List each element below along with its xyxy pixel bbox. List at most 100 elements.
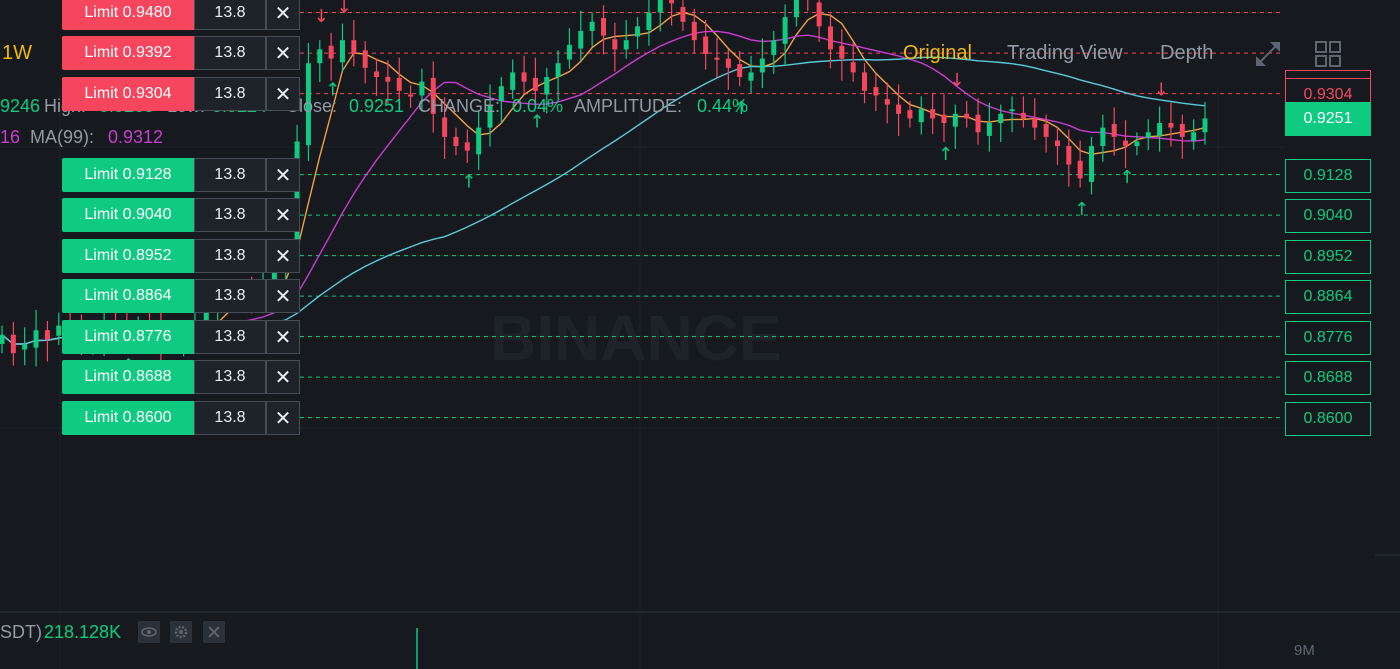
order-row[interactable]: Limit 0.9128 13.8 ✕	[62, 158, 300, 192]
order-row[interactable]: Limit 0.9304 13.8 ✕	[62, 77, 300, 111]
change-label: CHANGE:	[418, 96, 501, 116]
cancel-order-icon[interactable]: ✕	[266, 279, 300, 313]
order-row[interactable]: Limit 0.9480 13.8 ✕	[62, 0, 300, 30]
candle-body	[453, 136, 459, 147]
order-row[interactable]: Limit 0.8952 13.8 ✕	[62, 239, 300, 273]
order-quantity[interactable]: 13.8	[194, 401, 266, 435]
cancel-order-icon[interactable]: ✕	[266, 198, 300, 232]
axis-tick-label: 9M	[1294, 642, 1315, 659]
candle-body	[464, 142, 470, 151]
order-price-label[interactable]: Limit 0.8864	[62, 279, 194, 313]
candle-body	[669, 0, 675, 4]
tab-original[interactable]: Original	[903, 42, 972, 65]
order-row[interactable]: Limit 0.8864 13.8 ✕	[62, 279, 300, 313]
order-row[interactable]: Limit 0.8776 13.8 ✕	[62, 320, 300, 354]
cancel-order-icon[interactable]: ✕	[266, 239, 300, 273]
candle-body	[33, 330, 39, 348]
candle-body	[1077, 160, 1083, 179]
close-icon[interactable]	[203, 621, 225, 648]
tab-trading-view[interactable]: Trading View	[1007, 42, 1123, 65]
order-price-label[interactable]: Limit 0.8776	[62, 320, 194, 354]
order-quantity[interactable]: 13.8	[194, 360, 266, 394]
order-quantity[interactable]: 13.8	[194, 320, 266, 354]
candle-body	[918, 109, 924, 123]
order-quantity[interactable]: 13.8	[194, 36, 266, 70]
price-tag: 0.9251	[1285, 102, 1371, 136]
buy-arrow: ↑	[1120, 167, 1135, 188]
candle-body	[1020, 112, 1026, 119]
candle-body	[22, 343, 28, 350]
order-price-label[interactable]: Limit 0.9480	[62, 0, 194, 30]
order-price-label[interactable]: Limit 0.8600	[62, 401, 194, 435]
candle-body	[1100, 127, 1106, 147]
price-tag: 0.8952	[1285, 240, 1371, 274]
price-tag: 0.8688	[1285, 361, 1371, 395]
candle-body	[1168, 123, 1174, 128]
candle-body	[56, 325, 62, 336]
order-row[interactable]: Limit 0.9392 13.8 ✕	[62, 36, 300, 70]
candle-body	[964, 113, 970, 119]
candle-body	[975, 114, 981, 133]
candle-body	[930, 109, 936, 119]
gear-icon[interactable]	[170, 621, 192, 648]
cancel-order-icon[interactable]: ✕	[266, 0, 300, 30]
order-quantity[interactable]: 13.8	[194, 239, 266, 273]
expand-icon[interactable]	[1254, 40, 1282, 73]
tab-depth[interactable]: Depth	[1160, 42, 1213, 65]
candle-body	[1179, 123, 1185, 137]
candle-body	[1089, 146, 1095, 182]
candle-body	[1111, 123, 1117, 137]
order-quantity[interactable]: 13.8	[194, 0, 266, 30]
cancel-order-icon[interactable]: ✕	[266, 36, 300, 70]
order-row[interactable]: Limit 0.8600 13.8 ✕	[62, 401, 300, 435]
cancel-order-icon[interactable]: ✕	[266, 360, 300, 394]
candle-body	[476, 127, 482, 155]
candle-body	[1145, 132, 1151, 138]
candle-body	[1054, 140, 1060, 147]
order-price-label[interactable]: Limit 0.9040	[62, 198, 194, 232]
amplitude-label: AMPLITUDE:	[574, 96, 683, 116]
cancel-order-icon[interactable]: ✕	[266, 320, 300, 354]
layout-grid-icon[interactable]	[1314, 40, 1342, 73]
order-price-label[interactable]: Limit 0.8952	[62, 239, 194, 273]
candle-body	[884, 99, 890, 105]
order-row[interactable]: Limit 0.8688 13.8 ✕	[62, 360, 300, 394]
price-tag: 0.8776	[1285, 321, 1371, 355]
candle-body	[10, 334, 16, 354]
candle-body	[442, 117, 448, 137]
order-quantity[interactable]: 13.8	[194, 77, 266, 111]
order-row[interactable]: Limit 0.9040 13.8 ✕	[62, 198, 300, 232]
eye-icon[interactable]	[138, 621, 160, 648]
cancel-order-icon[interactable]: ✕	[266, 158, 300, 192]
price-tag: 0.8600	[1285, 402, 1371, 436]
cancel-order-icon[interactable]: ✕	[266, 77, 300, 111]
volume-value: 218.128K	[44, 622, 122, 642]
volume-label: SDT)	[0, 622, 42, 642]
order-quantity[interactable]: 13.8	[194, 279, 266, 313]
candle-body	[1123, 140, 1129, 147]
amplitude-value: 0.44%	[697, 96, 749, 116]
ma99-value: 0.9312	[108, 127, 164, 147]
candle-body	[1157, 123, 1163, 136]
candle-body	[952, 113, 958, 127]
candle-body	[793, 0, 799, 18]
order-price-label[interactable]: Limit 0.9392	[62, 36, 194, 70]
ma-prev-value: 16	[0, 127, 21, 147]
price-tag: 0.9128	[1285, 159, 1371, 193]
interval-button[interactable]: 1W	[2, 42, 32, 65]
candle-body	[1009, 109, 1015, 112]
cancel-order-icon[interactable]: ✕	[266, 401, 300, 435]
candle-body	[1134, 141, 1140, 147]
order-price-label[interactable]: Limit 0.9304	[62, 77, 194, 111]
candle-body	[941, 114, 947, 124]
candle-body	[657, 0, 663, 13]
sell-arrow: ↓	[336, 0, 351, 18]
candle-body	[873, 87, 879, 96]
candle-body	[1043, 123, 1049, 137]
order-price-label[interactable]: Limit 0.8688	[62, 360, 194, 394]
order-quantity[interactable]: 13.8	[194, 198, 266, 232]
order-quantity[interactable]: 13.8	[194, 158, 266, 192]
order-price-label[interactable]: Limit 0.9128	[62, 158, 194, 192]
candle-body	[986, 123, 992, 136]
buy-arrow: ↑	[1074, 199, 1089, 220]
